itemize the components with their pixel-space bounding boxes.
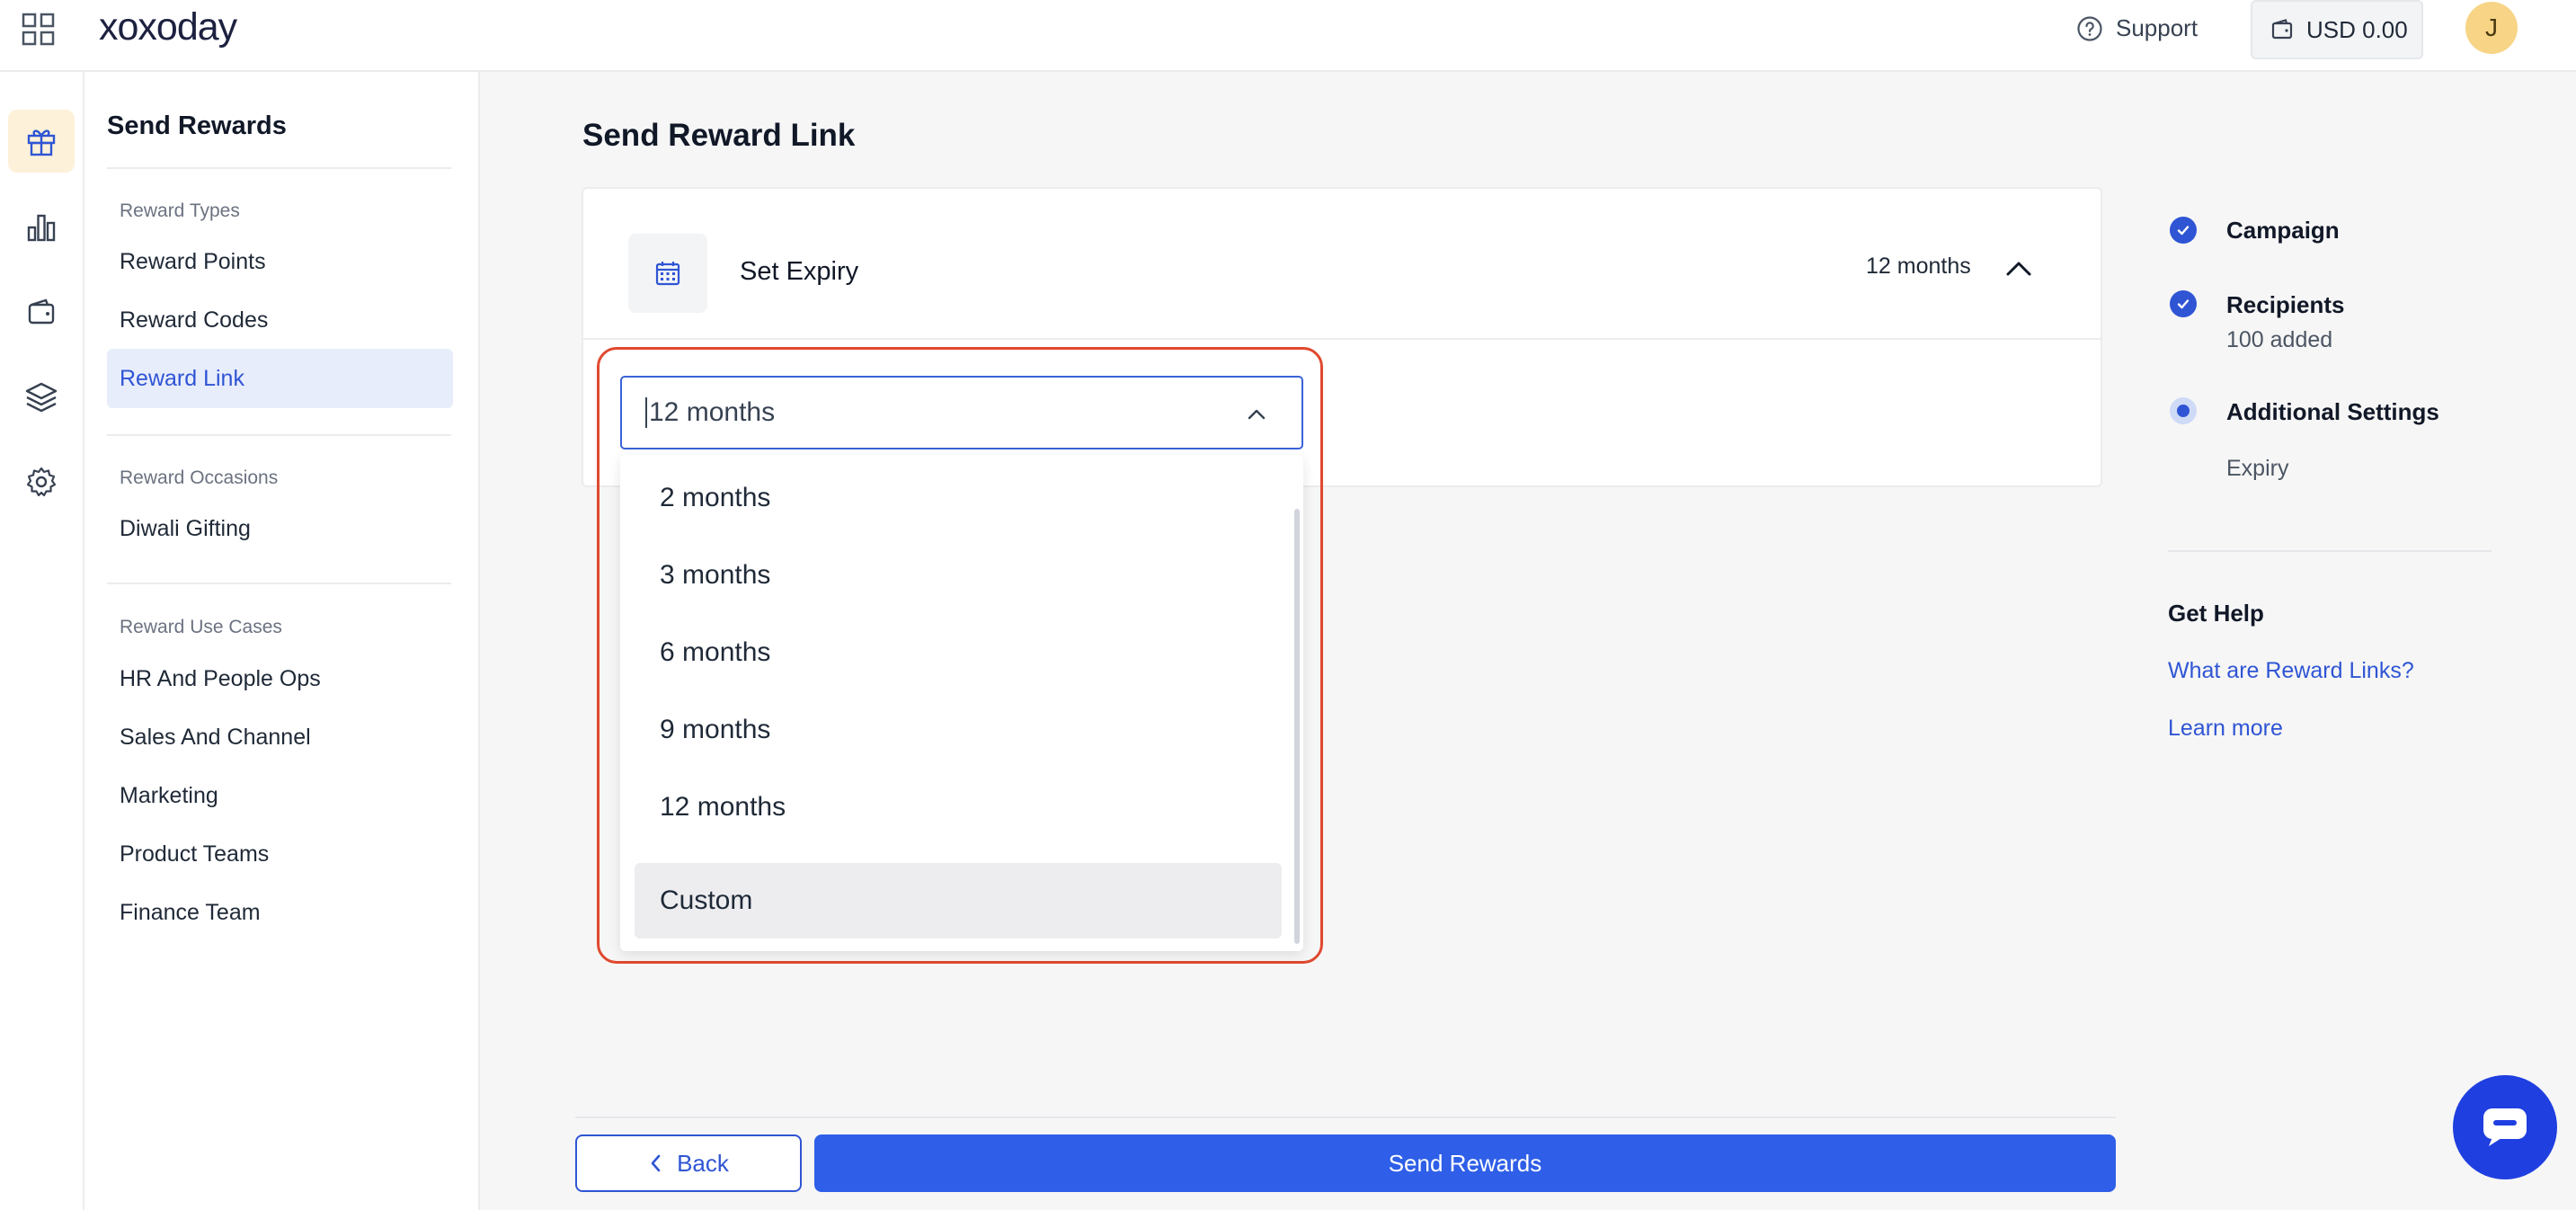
wallet-balance: USD 0.00	[2306, 15, 2408, 43]
wallet-icon	[28, 298, 55, 325]
help-link-learn-more[interactable]: Learn more	[2168, 716, 2283, 742]
divider	[2168, 550, 2492, 552]
nav-item-marketing[interactable]: Marketing	[107, 766, 453, 825]
calendar-icon-box	[628, 234, 707, 313]
nav-item-finance-team[interactable]: Finance Team	[107, 883, 453, 942]
step-recipients-sub: 100 added	[2226, 327, 2333, 352]
step-additional-settings[interactable]: Additional Settings	[2226, 398, 2439, 426]
rail-item-catalog[interactable]	[8, 366, 75, 429]
help-link-what-are-reward-links[interactable]: What are Reward Links?	[2168, 658, 2414, 684]
expiry-dropdown-menu: 2 months 3 months 6 months 9 months 12 m…	[620, 455, 1303, 951]
chevron-left-icon	[651, 1154, 661, 1172]
nav-item-reward-link[interactable]: Reward Link	[107, 349, 453, 408]
divider	[107, 434, 451, 436]
section-label-reward-occasions: Reward Occasions	[120, 467, 279, 488]
wallet-balance-button[interactable]: USD 0.00	[2251, 0, 2423, 59]
dropdown-option-9-months[interactable]: 9 months	[635, 692, 1282, 768]
step-recipients[interactable]: Recipients	[2226, 291, 2345, 319]
layers-icon	[25, 382, 58, 413]
nav-item-diwali-gifting[interactable]: Diwali Gifting	[107, 499, 453, 558]
support-label: Support	[2116, 14, 2198, 41]
dropdown-option-custom[interactable]: Custom	[635, 863, 1282, 939]
nav-item-sales-and-channel[interactable]: Sales And Channel	[107, 707, 453, 767]
expiry-card-header[interactable]: Set Expiry 12 months	[583, 189, 2101, 340]
send-rewards-button[interactable]: Send Rewards	[814, 1134, 2116, 1192]
rail-item-analytics[interactable]	[8, 196, 75, 259]
dropdown-scrollbar[interactable]	[1294, 509, 1300, 944]
nav-item-product-teams[interactable]: Product Teams	[107, 824, 453, 884]
chat-bubble-icon	[2483, 1108, 2527, 1146]
top-bar: xoxoday Support USD 0.00 J	[0, 0, 2576, 72]
nav-item-hr-and-people-ops[interactable]: HR And People Ops	[107, 649, 453, 708]
section-label-reward-types: Reward Types	[120, 200, 240, 221]
apps-grid-icon[interactable]	[22, 13, 56, 47]
step-additional-settings-sub[interactable]: Expiry	[2226, 456, 2288, 482]
help-circle-icon	[2077, 15, 2102, 41]
subnav-title: Send Rewards	[107, 111, 287, 140]
dropdown-option-2-months[interactable]: 2 months	[635, 460, 1282, 536]
rail-item-settings[interactable]	[8, 450, 75, 513]
chat-widget-button[interactable]	[2453, 1075, 2557, 1179]
step-campaign[interactable]: Campaign	[2226, 217, 2340, 245]
text-cursor	[645, 397, 647, 428]
divider	[107, 167, 451, 169]
wallet-icon	[2271, 19, 2293, 40]
logo[interactable]: xoxoday	[99, 5, 237, 49]
section-label-reward-use-cases: Reward Use Cases	[120, 617, 282, 637]
avatar[interactable]: J	[2465, 2, 2518, 54]
get-help-heading: Get Help	[2168, 600, 2264, 627]
back-button-label: Back	[677, 1149, 729, 1177]
nav-item-reward-codes[interactable]: Reward Codes	[107, 290, 453, 350]
rewards-subnav: Send Rewards Reward Types Reward Points …	[84, 72, 480, 1210]
icon-rail	[0, 72, 84, 1210]
step-check-icon	[2170, 217, 2197, 244]
dropdown-option-3-months[interactable]: 3 months	[635, 538, 1282, 613]
nav-item-reward-points[interactable]: Reward Points	[107, 232, 453, 291]
chevron-up-icon[interactable]	[2003, 254, 2034, 284]
expiry-select-value: 12 months	[649, 397, 776, 427]
support-link[interactable]: Support	[2076, 14, 2198, 42]
divider	[107, 583, 451, 584]
chevron-up-icon[interactable]	[1246, 405, 1267, 426]
dropdown-option-6-months[interactable]: 6 months	[635, 615, 1282, 690]
bar-chart-icon	[27, 214, 56, 242]
expiry-select[interactable]: 12 months	[620, 376, 1303, 449]
gift-icon	[27, 129, 56, 156]
send-rewards-button-label: Send Rewards	[1388, 1149, 1542, 1177]
calendar-icon	[655, 262, 680, 286]
page-title: Send Reward Link	[582, 118, 856, 153]
divider	[575, 1117, 2116, 1118]
dropdown-option-12-months[interactable]: 12 months	[635, 770, 1282, 845]
set-expiry-heading: Set Expiry	[740, 257, 859, 286]
gear-icon	[26, 467, 57, 497]
step-current-icon	[2170, 397, 2197, 424]
back-button[interactable]: Back	[575, 1134, 802, 1192]
expiry-current-value: 12 months	[1866, 254, 1971, 279]
rail-item-wallet[interactable]	[8, 280, 75, 343]
rail-item-rewards[interactable]	[8, 110, 75, 173]
step-check-icon	[2170, 290, 2197, 317]
